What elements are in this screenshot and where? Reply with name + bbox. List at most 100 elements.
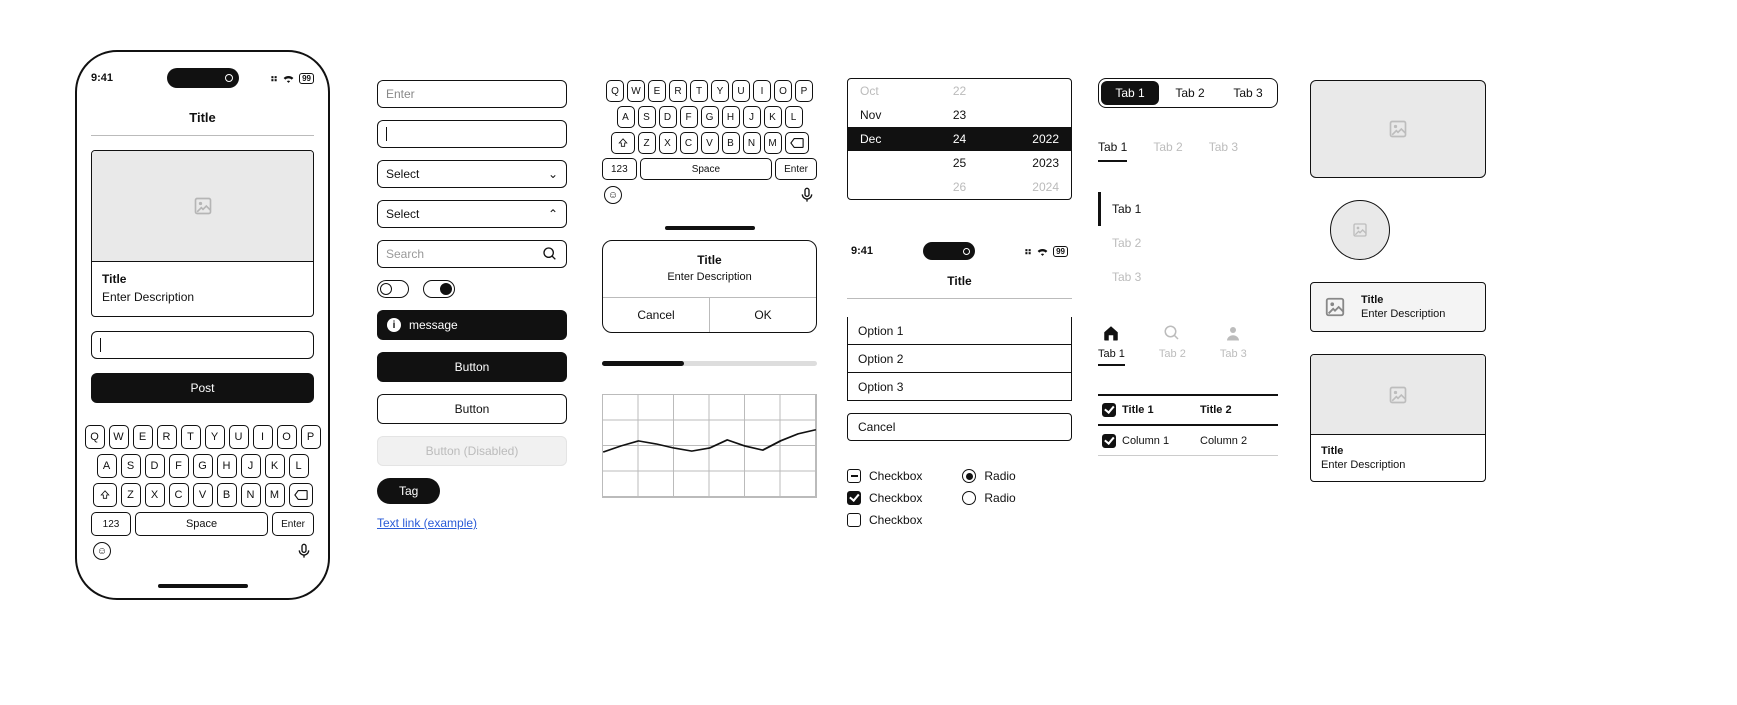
key-space[interactable]: Space [640, 158, 772, 180]
mic-icon[interactable] [296, 542, 312, 560]
tab-2[interactable]: Tab 2 [1098, 226, 1278, 260]
tab-3[interactable]: Tab 3 [1219, 79, 1277, 107]
key-m[interactable]: M [764, 132, 782, 154]
key-p[interactable]: P [795, 80, 813, 102]
key-a[interactable]: A [617, 106, 635, 128]
key-o[interactable]: O [774, 80, 792, 102]
key-c[interactable]: C [169, 483, 189, 507]
key-b[interactable]: B [722, 132, 740, 154]
key-shift[interactable] [93, 483, 117, 507]
key-backspace[interactable] [785, 132, 809, 154]
mic-icon[interactable] [799, 186, 815, 204]
key-space[interactable]: Space [135, 512, 268, 536]
dialog-cancel-button[interactable]: Cancel [603, 298, 710, 332]
key-a[interactable]: A [97, 454, 117, 478]
post-button[interactable]: Post [91, 373, 314, 403]
select-all-checkbox[interactable] [1102, 403, 1116, 417]
key-x[interactable]: X [145, 483, 165, 507]
compose-input[interactable] [91, 331, 314, 359]
radio-unselected[interactable] [962, 491, 976, 505]
key-d[interactable]: D [659, 106, 677, 128]
tab-2[interactable]: Tab 2 [1153, 140, 1182, 162]
list-card[interactable]: Title Enter Description [1310, 282, 1486, 332]
date-row[interactable]: Nov23 [848, 103, 1071, 127]
checkbox-indeterminate[interactable] [847, 469, 861, 483]
key-z[interactable]: Z [638, 132, 656, 154]
key-y[interactable]: Y [205, 425, 225, 449]
key-x[interactable]: X [659, 132, 677, 154]
option-2[interactable]: Option 2 [847, 345, 1072, 373]
key-123[interactable]: 123 [602, 158, 637, 180]
tab-search[interactable]: Tab 2 [1159, 324, 1186, 366]
key-i[interactable]: I [253, 425, 273, 449]
emoji-icon[interactable]: ☺ [604, 186, 622, 204]
key-backspace[interactable] [289, 483, 313, 507]
tag-chip[interactable]: Tag [377, 478, 440, 504]
key-f[interactable]: F [169, 454, 189, 478]
key-shift[interactable] [611, 132, 635, 154]
emoji-icon[interactable]: ☺ [93, 542, 111, 560]
checkbox-checked[interactable] [847, 491, 861, 505]
key-g[interactable]: G [701, 106, 719, 128]
home-indicator[interactable] [158, 584, 248, 588]
key-enter[interactable]: Enter [775, 158, 817, 180]
tab-profile[interactable]: Tab 3 [1220, 324, 1247, 366]
key-u[interactable]: U [229, 425, 249, 449]
dialog-ok-button[interactable]: OK [710, 298, 816, 332]
tab-1[interactable]: Tab 1 [1101, 81, 1159, 105]
secondary-button[interactable]: Button [377, 394, 567, 424]
tab-3[interactable]: Tab 3 [1098, 260, 1278, 294]
key-k[interactable]: K [764, 106, 782, 128]
tab-home[interactable]: Tab 1 [1098, 324, 1125, 366]
key-g[interactable]: G [193, 454, 213, 478]
key-d[interactable]: D [145, 454, 165, 478]
date-row[interactable]: 262024 [848, 175, 1071, 199]
key-n[interactable]: N [743, 132, 761, 154]
text-input-focused[interactable] [377, 120, 567, 148]
key-v[interactable]: V [701, 132, 719, 154]
key-n[interactable]: N [241, 483, 261, 507]
key-y[interactable]: Y [711, 80, 729, 102]
option-cancel[interactable]: Cancel [847, 413, 1072, 441]
key-123[interactable]: 123 [91, 512, 131, 536]
key-o[interactable]: O [277, 425, 297, 449]
key-v[interactable]: V [193, 483, 213, 507]
stack-card[interactable]: Title Enter Description [1310, 354, 1486, 482]
key-s[interactable]: S [121, 454, 141, 478]
key-w[interactable]: W [109, 425, 129, 449]
key-z[interactable]: Z [121, 483, 141, 507]
key-s[interactable]: S [638, 106, 656, 128]
date-row[interactable]: Dec242022 [848, 127, 1071, 151]
key-k[interactable]: K [265, 454, 285, 478]
text-link[interactable]: Text link (example) [377, 516, 567, 530]
select-expanded[interactable]: Select ⌃ [377, 200, 567, 228]
tab-2[interactable]: Tab 2 [1161, 79, 1219, 107]
key-f[interactable]: F [680, 106, 698, 128]
key-e[interactable]: E [133, 425, 153, 449]
date-row[interactable]: 252023 [848, 151, 1071, 175]
tab-3[interactable]: Tab 3 [1209, 140, 1238, 162]
toggle-on[interactable] [423, 280, 455, 298]
tab-1[interactable]: Tab 1 [1098, 192, 1278, 226]
option-3[interactable]: Option 3 [847, 373, 1072, 401]
key-l[interactable]: L [785, 106, 803, 128]
date-row[interactable]: Oct22 [848, 79, 1071, 103]
tab-1[interactable]: Tab 1 [1098, 140, 1127, 162]
primary-button[interactable]: Button [377, 352, 567, 382]
key-w[interactable]: W [627, 80, 645, 102]
key-h[interactable]: H [217, 454, 237, 478]
select-collapsed[interactable]: Select ⌄ [377, 160, 567, 188]
key-t[interactable]: T [690, 80, 708, 102]
key-r[interactable]: R [157, 425, 177, 449]
text-input-enter[interactable]: Enter [377, 80, 567, 108]
key-b[interactable]: B [217, 483, 237, 507]
key-q[interactable]: Q [606, 80, 624, 102]
key-t[interactable]: T [181, 425, 201, 449]
sheet-handle[interactable] [665, 226, 755, 230]
key-j[interactable]: J [743, 106, 761, 128]
option-1[interactable]: Option 1 [847, 317, 1072, 345]
key-e[interactable]: E [648, 80, 666, 102]
key-h[interactable]: H [722, 106, 740, 128]
date-picker[interactable]: Oct22Nov23Dec242022252023262024 [847, 78, 1072, 200]
checkbox-unchecked[interactable] [847, 513, 861, 527]
